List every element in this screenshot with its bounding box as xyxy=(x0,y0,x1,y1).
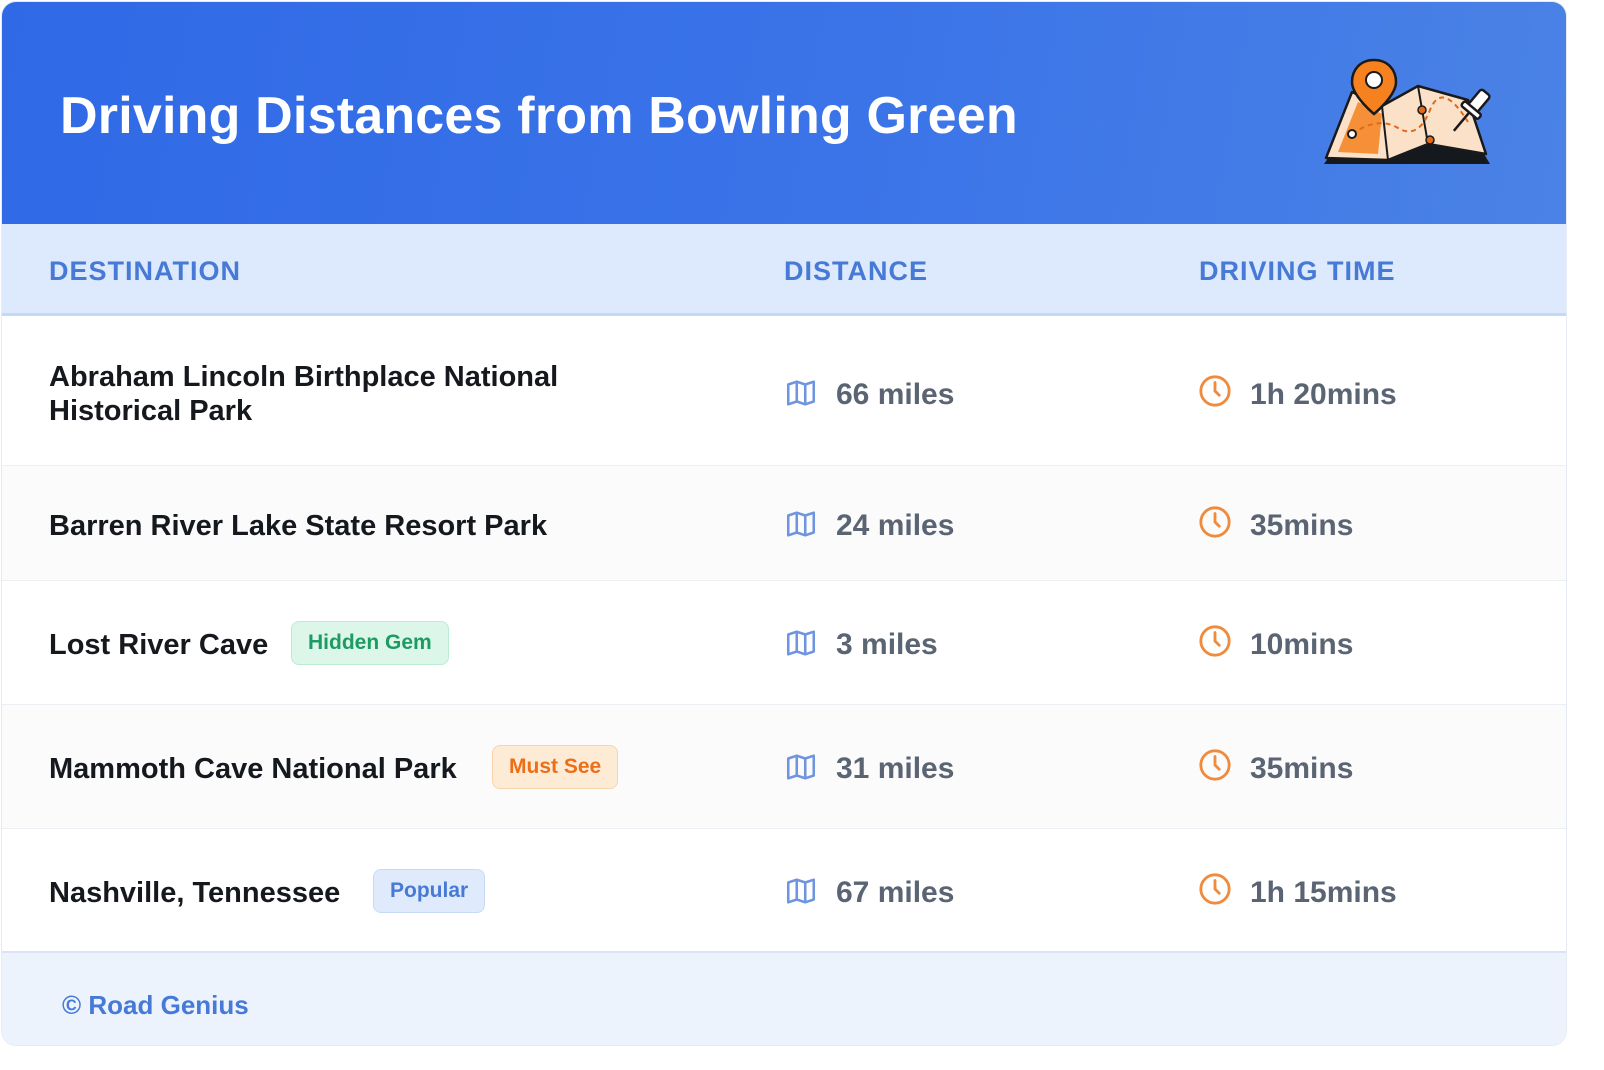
destination-name: Abraham Lincoln Birthplace National Hist… xyxy=(49,361,559,427)
table-header: DESTINATION DISTANCE DRIVING TIME xyxy=(2,224,1566,316)
distance-value: 31 miles xyxy=(836,752,955,785)
table-row: Lost River Cave Hidden Gem 3 miles 10min… xyxy=(2,581,1566,705)
driving-time-value: 10mins xyxy=(1250,628,1354,661)
table-row: Abraham Lincoln Birthplace National Hist… xyxy=(2,316,1566,466)
map-icon xyxy=(786,630,816,656)
driving-time-value: 35mins xyxy=(1250,509,1354,542)
footer: © Road Genius xyxy=(2,951,1566,1045)
destination-name: Nashville, Tennessee xyxy=(49,877,341,909)
table-row: Barren River Lake State Resort Park 24 m… xyxy=(2,466,1566,581)
clock-icon xyxy=(1199,506,1231,538)
map-icon xyxy=(786,380,816,406)
column-header-driving-time: DRIVING TIME xyxy=(1199,256,1396,286)
map-pin-icon xyxy=(1324,58,1491,164)
clock-icon xyxy=(1199,749,1231,781)
distance-card: Driving Distances from Bowling Green DES… xyxy=(2,2,1566,1045)
table-row: Nashville, Tennessee Popular 67 miles 1h… xyxy=(2,829,1566,951)
destination-name: Barren River Lake State Resort Park xyxy=(49,510,548,542)
clock-icon xyxy=(1199,375,1231,407)
map-icon xyxy=(786,511,816,537)
distance-value: 67 miles xyxy=(836,876,955,909)
column-header-destination: DESTINATION xyxy=(49,256,241,286)
distance-value: 3 miles xyxy=(836,628,938,661)
destination-name: Mammoth Cave National Park xyxy=(49,753,457,785)
badge-popular: Popular xyxy=(373,869,486,913)
clock-icon xyxy=(1199,625,1231,657)
footer-credit: © Road Genius xyxy=(62,990,249,1020)
map-icon xyxy=(786,878,816,904)
header-banner: Driving Distances from Bowling Green xyxy=(2,2,1566,224)
distance-value: 24 miles xyxy=(836,509,955,542)
destination-name: Lost River Cave xyxy=(49,629,269,661)
clock-icon xyxy=(1199,873,1231,905)
map-icon xyxy=(786,754,816,780)
distance-value: 66 miles xyxy=(836,378,955,411)
driving-time-value: 35mins xyxy=(1250,752,1354,785)
driving-time-value: 1h 15mins xyxy=(1250,876,1397,909)
column-header-distance: DISTANCE xyxy=(784,256,929,286)
driving-time-value: 1h 20mins xyxy=(1250,378,1397,411)
badge-must-see: Must See xyxy=(492,745,619,789)
page-title: Driving Distances from Bowling Green xyxy=(60,87,1018,145)
table-row: Mammoth Cave National Park Must See 31 m… xyxy=(2,705,1566,829)
badge-hidden-gem: Hidden Gem xyxy=(291,621,449,665)
